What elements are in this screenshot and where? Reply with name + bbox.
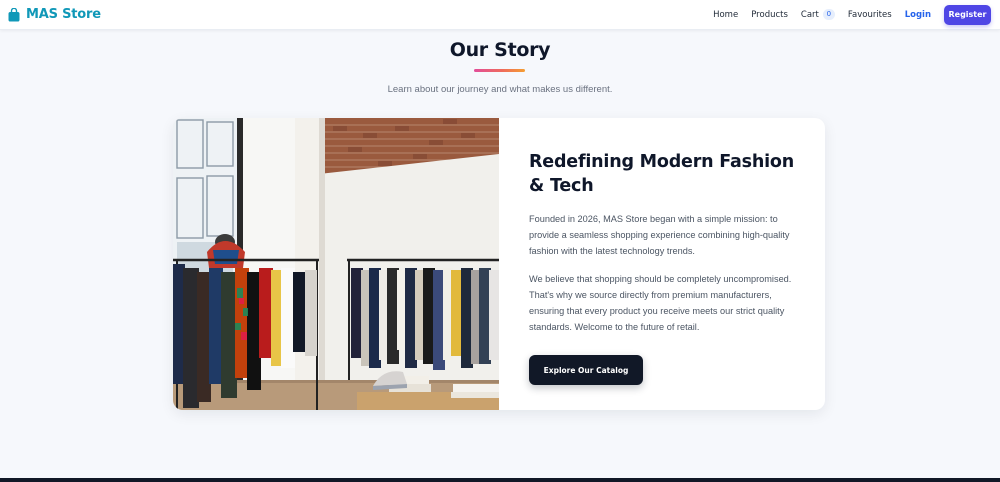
story-content: Redefining Modern Fashion & Tech Founded… — [499, 118, 825, 410]
page-subtitle: Learn about our journey and what makes u… — [387, 84, 613, 95]
nav-home-link[interactable]: Home — [713, 10, 738, 20]
shopping-bag-icon — [8, 7, 20, 21]
title-underline — [474, 69, 525, 72]
page-title: Our Story — [449, 39, 551, 61]
brand-logo[interactable]: MAS Store — [8, 7, 101, 22]
story-card: Redefining Modern Fashion & Tech Founded… — [173, 118, 825, 410]
nav-favourites-link[interactable]: Favourites — [848, 10, 892, 20]
nav-cart-label: Cart — [800, 9, 819, 20]
register-button[interactable]: Register — [944, 4, 991, 25]
story-paragraph-2: We believe that shopping should be compl… — [529, 274, 792, 332]
cart-count-badge: 0 — [822, 9, 835, 20]
brand-name: MAS Store — [26, 7, 101, 22]
story-paragraph-1: Founded in 2026, MAS Store began with a … — [529, 214, 790, 256]
explore-catalog-button[interactable]: Explore Our Catalog — [529, 355, 643, 385]
story-heading: Redefining Modern Fashion & Tech — [529, 152, 794, 196]
login-link[interactable]: Login — [905, 10, 931, 20]
main-nav: Home Products Cart 0 Favourites Login Re… — [713, 4, 991, 25]
nav-products-link[interactable]: Products — [751, 10, 788, 20]
clothing-store-photo — [173, 118, 499, 410]
navbar: MAS Store Home Products Cart 0 Favourite… — [0, 0, 1000, 30]
nav-cart-link[interactable]: Cart 0 — [801, 9, 835, 20]
footer-edge — [0, 478, 1000, 482]
